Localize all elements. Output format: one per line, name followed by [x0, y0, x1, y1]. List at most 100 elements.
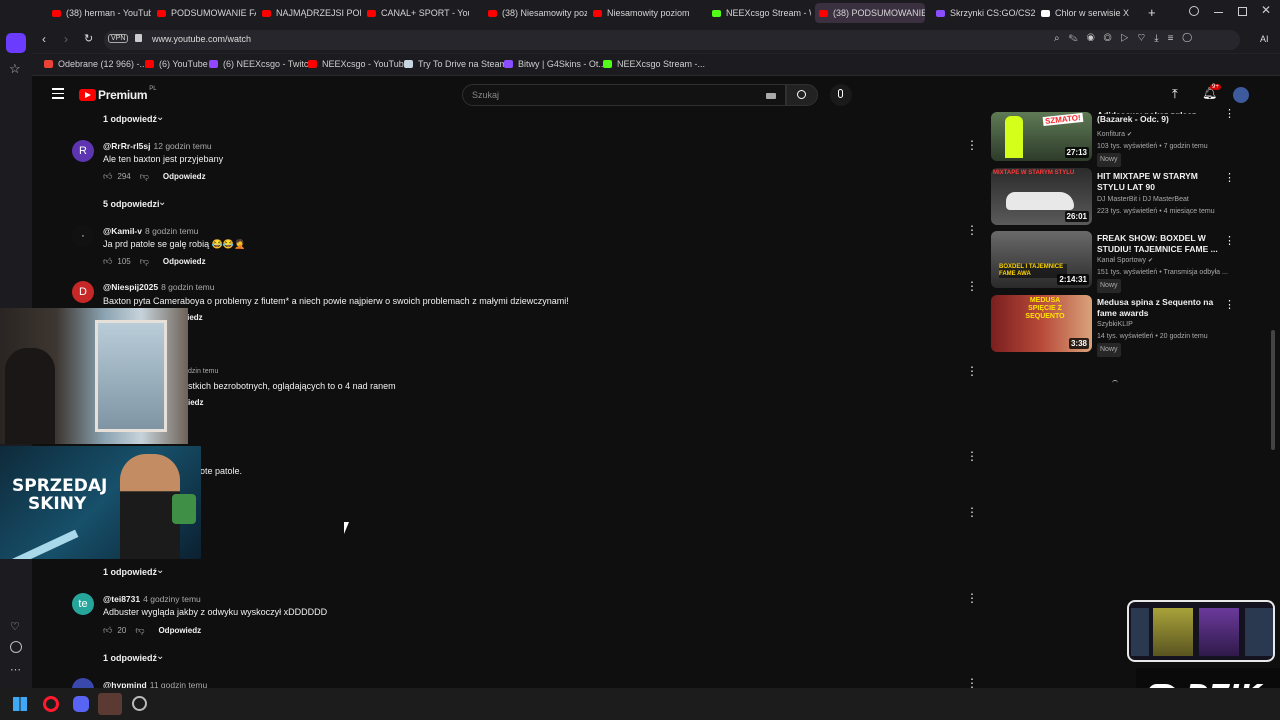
reply-button-partial[interactable]: iedz — [188, 398, 204, 407]
channel-name[interactable]: DJ MasterBit i DJ MasterBeat — [1097, 196, 1189, 203]
avatar[interactable]: D — [72, 281, 94, 303]
ai-button[interactable]: AI — [1260, 34, 1269, 44]
comment-author[interactable]: @Niespij2025 8 godzin temu — [103, 282, 214, 292]
new-tab-button[interactable]: + — [1148, 5, 1156, 20]
tab[interactable]: Chlor w serwisie X — [1037, 3, 1140, 23]
star-icon[interactable]: ☆ — [9, 61, 21, 77]
comment-author[interactable]: @Kamil-v 8 godzin temu — [103, 226, 198, 236]
scrollbar[interactable] — [1271, 330, 1275, 450]
comment-author[interactable]: @tei8731 4 godziny temu — [103, 594, 201, 604]
comment-options-icon[interactable]: ⋮ — [966, 506, 978, 518]
chevron-down-icon[interactable]: ⌄ — [158, 197, 166, 208]
replies-toggle[interactable]: 1 odpowiedź — [103, 114, 157, 124]
recommended-video[interactable]: MIXTAPE W STARYM STYLU 26:01 HIT MIXTAPE… — [991, 168, 1241, 228]
video-options-icon[interactable]: ⋮ — [1224, 171, 1235, 184]
bookmark[interactable]: NEEXcsgo - YouTube — [308, 59, 409, 69]
like-icon[interactable]: 👍︎ — [103, 171, 112, 182]
like-icon[interactable]: 👍︎ — [103, 625, 112, 636]
channel-name[interactable]: Kanał Sportowy — [1097, 257, 1146, 264]
app-taskbar-icon[interactable] — [132, 696, 147, 711]
tab[interactable]: PODSUMOWANIE FAME — [153, 3, 256, 23]
tab[interactable]: NAJMĄDRZEJSI POLITYC — [258, 3, 361, 23]
channel-name[interactable]: Konfitura — [1097, 131, 1125, 138]
dislike-icon[interactable]: 👎︎ — [140, 256, 149, 267]
forward-icon[interactable]: › — [64, 32, 68, 46]
menu-icon[interactable] — [52, 88, 64, 99]
comment-time[interactable]: dzin temu — [188, 368, 218, 375]
video-options-icon[interactable]: ⋮ — [1224, 298, 1235, 311]
tab[interactable]: NEEXcsgo Stream - Wat — [708, 3, 811, 23]
avatar[interactable]: te — [72, 593, 94, 615]
reply-button[interactable]: Odpowiedz — [158, 626, 201, 635]
maximize-button[interactable] — [1238, 7, 1247, 16]
bookmark[interactable]: Try To Drive na Steam — [404, 59, 507, 69]
comment-options-icon[interactable]: ⋮ — [966, 280, 978, 292]
bookmark[interactable]: NEEXcsgo Stream -... — [603, 59, 705, 69]
comment-options-icon[interactable]: ⋮ — [966, 592, 978, 604]
tab[interactable]: Skrzynki CS:GO/CS2 | G — [932, 3, 1035, 23]
chevron-down-icon[interactable]: ⌄ — [156, 565, 164, 576]
reload-icon[interactable]: ↻ — [84, 32, 93, 45]
chevron-down-icon[interactable]: ⌄ — [156, 651, 164, 662]
opera-taskbar-icon[interactable] — [43, 696, 59, 712]
channel-name[interactable]: SzybkiKLIP — [1097, 321, 1133, 328]
replies-toggle[interactable]: 1 odpowiedź — [103, 653, 157, 663]
reply-button[interactable]: Odpowiedz — [163, 257, 206, 266]
app-taskbar-icon[interactable] — [98, 693, 122, 715]
windows-start-icon[interactable] — [13, 697, 27, 711]
author-name[interactable]: @tei8731 — [103, 594, 140, 604]
recommended-video[interactable]: MEDUSA SPIĘCIE Z SEQUENTO 3:38 Medusa sp… — [991, 295, 1241, 357]
tab[interactable]: Niesamowity poziom ag — [589, 3, 692, 23]
comment-time[interactable]: 8 godzin temu — [161, 282, 214, 292]
author-name[interactable]: @Niespij2025 — [103, 282, 158, 292]
youtube-logo[interactable]: Premium PL — [79, 86, 157, 102]
dislike-icon[interactable]: 👎︎ — [135, 625, 144, 636]
comment-time[interactable]: 12 godzin temu — [154, 141, 212, 151]
avatar[interactable] — [1233, 87, 1249, 103]
comment-options-icon[interactable]: ⋮ — [966, 365, 978, 377]
search-input[interactable]: Szukaj — [462, 84, 786, 106]
comment-time[interactable]: 4 godziny temu — [143, 594, 201, 604]
author-name[interactable]: @Kamil-v — [103, 226, 142, 236]
discord-taskbar-icon[interactable] — [73, 696, 89, 712]
minimize-button[interactable] — [1214, 12, 1223, 13]
tab[interactable]: CANAL+ SPORT - YouTu — [363, 3, 469, 23]
like-icon[interactable]: 👍︎ — [103, 256, 112, 267]
author-name[interactable]: @RrRr-rl5sj — [103, 141, 151, 151]
keyboard-icon[interactable] — [766, 93, 776, 99]
avatar[interactable]: · — [72, 225, 94, 247]
video-options-icon[interactable]: ⋮ — [1224, 234, 1235, 247]
comment-options-icon[interactable]: ⋮ — [966, 224, 978, 236]
search-button[interactable] — [786, 84, 818, 106]
recommended-video[interactable]: BOXDEL I TAJEMNICE FAME AWA 2:14:31 FREA… — [991, 231, 1241, 293]
recommended-video[interactable]: SZMATO! 27:13 Adidasowy pokaz zgłasz (Ba… — [991, 104, 1241, 167]
bookmark[interactable]: (6) YouTube — [145, 59, 208, 69]
comment-options-icon[interactable]: ⋮ — [966, 450, 978, 462]
vpn-badge[interactable]: VPN — [108, 34, 129, 43]
bookmark[interactable]: Odebrane (12 966) -... — [44, 59, 147, 69]
tab[interactable]: (38) Niesamowity pozio — [484, 3, 587, 23]
url-text[interactable]: www.youtube.com/watch — [152, 34, 251, 44]
replies-toggle[interactable]: 5 odpowiedzi — [103, 199, 160, 209]
comment-author[interactable]: @RrRr-rl5sj 12 godzin temu — [103, 141, 212, 151]
dislike-icon[interactable]: 👎︎ — [140, 171, 149, 182]
url-field[interactable]: VPN www.youtube.com/watch ⌕✎◉◎▷♡⤓≡◯ — [104, 30, 1240, 50]
tab-active[interactable]: (38) PODSUMOWANIE FA — [815, 3, 925, 23]
tab[interactable]: (38) herman - YouTube — [48, 3, 151, 23]
video-title[interactable]: FREAK SHOW: BOXDEL W STUDIU! TAJEMNICE F… — [1097, 233, 1222, 255]
comment-time[interactable]: 8 godzin temu — [145, 226, 198, 236]
video-title[interactable]: HIT MIXTAPE W STARYM STYLU LAT 90 — [1097, 171, 1222, 193]
comment-options-icon[interactable]: ⋮ — [966, 677, 978, 689]
comment-options-icon[interactable]: ⋮ — [966, 139, 978, 151]
video-thumbnail[interactable]: BOXDEL I TAJEMNICE FAME AWA 2:14:31 — [991, 231, 1092, 288]
search-tabs-icon[interactable] — [1189, 6, 1199, 16]
video-title[interactable]: Medusa spina z Sequento na fame awards — [1097, 297, 1222, 319]
video-thumbnail[interactable]: MIXTAPE W STARYM STYLU 26:01 — [991, 168, 1092, 225]
upload-icon[interactable]: ⤒ — [1172, 86, 1178, 102]
video-thumbnail[interactable]: SZMATO! 27:13 — [991, 112, 1092, 161]
mic-button[interactable] — [830, 84, 852, 106]
heart-icon[interactable]: ♡ — [10, 620, 20, 633]
chevron-down-icon[interactable]: ⌄ — [156, 112, 164, 123]
reply-button[interactable]: Odpowiedz — [163, 172, 206, 181]
replies-toggle[interactable]: 1 odpowiedź — [103, 567, 157, 577]
